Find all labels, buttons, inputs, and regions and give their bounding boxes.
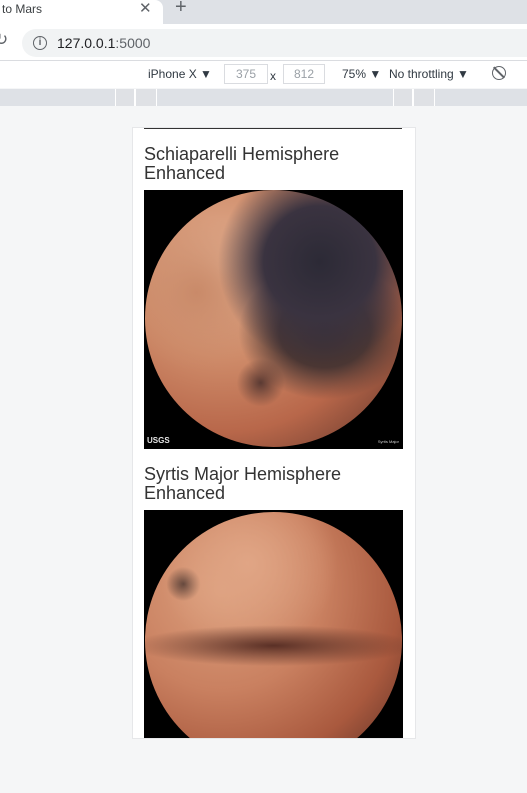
hemisphere-image[interactable]: USGS Syrtis Major <box>144 190 403 449</box>
device-viewport: Schiaparelli Hemisphere Enhanced USGS Sy… <box>133 128 415 738</box>
usgs-logo: USGS <box>147 436 170 445</box>
rotate-icon[interactable] <box>492 66 506 80</box>
device-select[interactable]: iPhone X ▼ <box>148 67 212 81</box>
url-port: :5000 <box>115 35 151 51</box>
tab-title: to Mars <box>2 2 43 16</box>
hemisphere-title: Syrtis Major Hemisphere Enhanced <box>144 464 342 503</box>
media-query-segment[interactable] <box>413 89 435 106</box>
url-host: 127.0.0.1 <box>57 35 116 51</box>
info-icon[interactable]: i <box>33 36 47 50</box>
media-query-bar <box>0 89 527 106</box>
dimension-separator: x <box>270 69 276 83</box>
browser-toolbar: ↻ i 127.0.0.1:5000 <box>0 24 527 60</box>
new-tab-icon[interactable]: + <box>175 0 187 19</box>
hemisphere-title: Schiaparelli Hemisphere Enhanced <box>144 144 340 183</box>
throttling-select[interactable]: No throttling ▼ <box>389 67 469 81</box>
divider <box>144 128 402 129</box>
media-query-segment[interactable] <box>115 89 135 106</box>
zoom-select[interactable]: 75% ▼ <box>342 67 381 81</box>
reload-icon[interactable]: ↻ <box>0 30 8 50</box>
hemisphere-image[interactable] <box>144 510 403 738</box>
viewport-height-input[interactable]: 812 <box>283 64 325 84</box>
viewport-width-input[interactable]: 375 <box>224 64 268 84</box>
mars-globe <box>145 190 402 447</box>
address-bar[interactable]: i 127.0.0.1:5000 <box>22 29 527 57</box>
mars-globe <box>145 512 402 738</box>
close-tab-icon[interactable]: ✕ <box>139 0 152 17</box>
tab-strip: to Mars ✕ + <box>0 0 527 24</box>
device-toolbar: iPhone X ▼ 375 x 812 75% ▼ No throttling… <box>0 60 527 88</box>
browser-tab[interactable]: to Mars ✕ <box>0 0 163 24</box>
image-caption: Syrtis Major <box>377 439 399 444</box>
media-query-segment[interactable] <box>393 89 413 106</box>
media-query-segment[interactable] <box>135 89 157 106</box>
url-text[interactable]: 127.0.0.1:5000 <box>57 35 150 51</box>
